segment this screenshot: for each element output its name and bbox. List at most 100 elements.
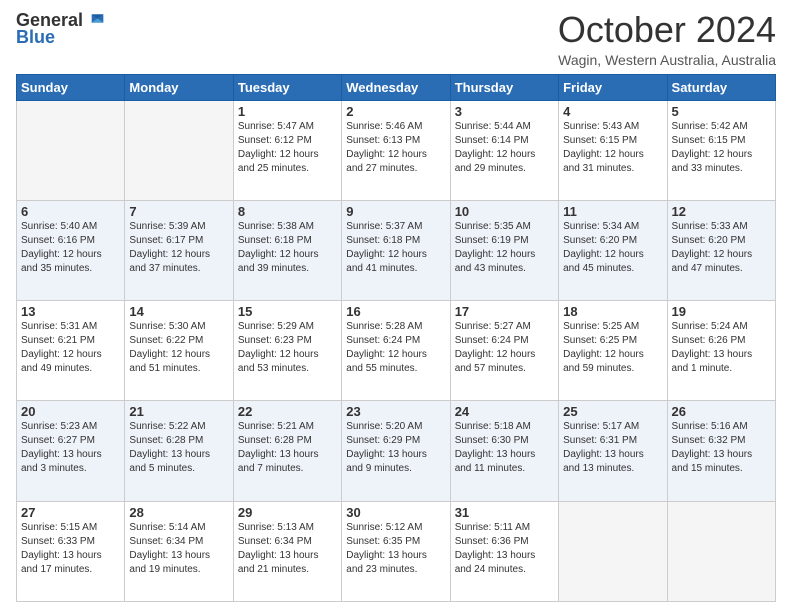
col-wednesday: Wednesday xyxy=(342,74,450,100)
day-number: 15 xyxy=(238,304,337,319)
table-row: 29Sunrise: 5:13 AMSunset: 6:34 PMDayligh… xyxy=(233,501,341,601)
month-title: October 2024 xyxy=(558,10,776,50)
calendar-week-row: 6Sunrise: 5:40 AMSunset: 6:16 PMDaylight… xyxy=(17,200,776,300)
table-row: 15Sunrise: 5:29 AMSunset: 6:23 PMDayligh… xyxy=(233,301,341,401)
day-number: 14 xyxy=(129,304,228,319)
cell-info: Sunrise: 5:12 AMSunset: 6:35 PMDaylight:… xyxy=(346,521,445,577)
table-row: 28Sunrise: 5:14 AMSunset: 6:34 PMDayligh… xyxy=(125,501,233,601)
cell-info: Sunrise: 5:44 AMSunset: 6:14 PMDaylight:… xyxy=(455,120,554,176)
calendar-week-row: 27Sunrise: 5:15 AMSunset: 6:33 PMDayligh… xyxy=(17,501,776,601)
table-row: 3Sunrise: 5:44 AMSunset: 6:14 PMDaylight… xyxy=(450,100,558,200)
day-number: 5 xyxy=(672,104,771,119)
table-row: 27Sunrise: 5:15 AMSunset: 6:33 PMDayligh… xyxy=(17,501,125,601)
cell-info: Sunrise: 5:15 AMSunset: 6:33 PMDaylight:… xyxy=(21,521,120,577)
day-number: 31 xyxy=(455,505,554,520)
table-row: 17Sunrise: 5:27 AMSunset: 6:24 PMDayligh… xyxy=(450,301,558,401)
day-number: 2 xyxy=(346,104,445,119)
col-monday: Monday xyxy=(125,74,233,100)
day-number: 27 xyxy=(21,505,120,520)
table-row: 16Sunrise: 5:28 AMSunset: 6:24 PMDayligh… xyxy=(342,301,450,401)
table-row xyxy=(17,100,125,200)
day-number: 25 xyxy=(563,404,662,419)
cell-info: Sunrise: 5:25 AMSunset: 6:25 PMDaylight:… xyxy=(563,320,662,376)
table-row: 6Sunrise: 5:40 AMSunset: 6:16 PMDaylight… xyxy=(17,200,125,300)
cell-info: Sunrise: 5:22 AMSunset: 6:28 PMDaylight:… xyxy=(129,420,228,476)
calendar-week-row: 1Sunrise: 5:47 AMSunset: 6:12 PMDaylight… xyxy=(17,100,776,200)
day-number: 7 xyxy=(129,204,228,219)
day-number: 23 xyxy=(346,404,445,419)
calendar-week-row: 20Sunrise: 5:23 AMSunset: 6:27 PMDayligh… xyxy=(17,401,776,501)
table-row: 5Sunrise: 5:42 AMSunset: 6:15 PMDaylight… xyxy=(667,100,775,200)
table-row: 12Sunrise: 5:33 AMSunset: 6:20 PMDayligh… xyxy=(667,200,775,300)
day-number: 4 xyxy=(563,104,662,119)
cell-info: Sunrise: 5:39 AMSunset: 6:17 PMDaylight:… xyxy=(129,220,228,276)
col-saturday: Saturday xyxy=(667,74,775,100)
cell-info: Sunrise: 5:29 AMSunset: 6:23 PMDaylight:… xyxy=(238,320,337,376)
day-number: 16 xyxy=(346,304,445,319)
table-row: 23Sunrise: 5:20 AMSunset: 6:29 PMDayligh… xyxy=(342,401,450,501)
table-row: 13Sunrise: 5:31 AMSunset: 6:21 PMDayligh… xyxy=(17,301,125,401)
table-row: 20Sunrise: 5:23 AMSunset: 6:27 PMDayligh… xyxy=(17,401,125,501)
calendar-header-row: Sunday Monday Tuesday Wednesday Thursday… xyxy=(17,74,776,100)
table-row: 26Sunrise: 5:16 AMSunset: 6:32 PMDayligh… xyxy=(667,401,775,501)
cell-info: Sunrise: 5:38 AMSunset: 6:18 PMDaylight:… xyxy=(238,220,337,276)
day-number: 22 xyxy=(238,404,337,419)
day-number: 21 xyxy=(129,404,228,419)
day-number: 6 xyxy=(21,204,120,219)
day-number: 20 xyxy=(21,404,120,419)
day-number: 18 xyxy=(563,304,662,319)
calendar-week-row: 13Sunrise: 5:31 AMSunset: 6:21 PMDayligh… xyxy=(17,301,776,401)
cell-info: Sunrise: 5:40 AMSunset: 6:16 PMDaylight:… xyxy=(21,220,120,276)
table-row xyxy=(125,100,233,200)
day-number: 8 xyxy=(238,204,337,219)
cell-info: Sunrise: 5:11 AMSunset: 6:36 PMDaylight:… xyxy=(455,521,554,577)
cell-info: Sunrise: 5:43 AMSunset: 6:15 PMDaylight:… xyxy=(563,120,662,176)
day-number: 12 xyxy=(672,204,771,219)
cell-info: Sunrise: 5:35 AMSunset: 6:19 PMDaylight:… xyxy=(455,220,554,276)
cell-info: Sunrise: 5:46 AMSunset: 6:13 PMDaylight:… xyxy=(346,120,445,176)
day-number: 24 xyxy=(455,404,554,419)
col-tuesday: Tuesday xyxy=(233,74,341,100)
cell-info: Sunrise: 5:14 AMSunset: 6:34 PMDaylight:… xyxy=(129,521,228,577)
page: General Blue October 2024 Wagin, Western… xyxy=(0,0,792,612)
table-row: 7Sunrise: 5:39 AMSunset: 6:17 PMDaylight… xyxy=(125,200,233,300)
day-number: 29 xyxy=(238,505,337,520)
table-row: 10Sunrise: 5:35 AMSunset: 6:19 PMDayligh… xyxy=(450,200,558,300)
table-row: 25Sunrise: 5:17 AMSunset: 6:31 PMDayligh… xyxy=(559,401,667,501)
cell-info: Sunrise: 5:24 AMSunset: 6:26 PMDaylight:… xyxy=(672,320,771,376)
table-row: 8Sunrise: 5:38 AMSunset: 6:18 PMDaylight… xyxy=(233,200,341,300)
table-row: 22Sunrise: 5:21 AMSunset: 6:28 PMDayligh… xyxy=(233,401,341,501)
cell-info: Sunrise: 5:27 AMSunset: 6:24 PMDaylight:… xyxy=(455,320,554,376)
cell-info: Sunrise: 5:17 AMSunset: 6:31 PMDaylight:… xyxy=(563,420,662,476)
cell-info: Sunrise: 5:30 AMSunset: 6:22 PMDaylight:… xyxy=(129,320,228,376)
table-row: 18Sunrise: 5:25 AMSunset: 6:25 PMDayligh… xyxy=(559,301,667,401)
header: General Blue October 2024 Wagin, Western… xyxy=(16,10,776,68)
table-row: 31Sunrise: 5:11 AMSunset: 6:36 PMDayligh… xyxy=(450,501,558,601)
logo-icon xyxy=(85,11,105,31)
day-number: 13 xyxy=(21,304,120,319)
table-row: 2Sunrise: 5:46 AMSunset: 6:13 PMDaylight… xyxy=(342,100,450,200)
cell-info: Sunrise: 5:31 AMSunset: 6:21 PMDaylight:… xyxy=(21,320,120,376)
day-number: 9 xyxy=(346,204,445,219)
day-number: 19 xyxy=(672,304,771,319)
cell-info: Sunrise: 5:16 AMSunset: 6:32 PMDaylight:… xyxy=(672,420,771,476)
col-thursday: Thursday xyxy=(450,74,558,100)
table-row xyxy=(667,501,775,601)
cell-info: Sunrise: 5:18 AMSunset: 6:30 PMDaylight:… xyxy=(455,420,554,476)
table-row: 24Sunrise: 5:18 AMSunset: 6:30 PMDayligh… xyxy=(450,401,558,501)
cell-info: Sunrise: 5:37 AMSunset: 6:18 PMDaylight:… xyxy=(346,220,445,276)
day-number: 11 xyxy=(563,204,662,219)
day-number: 10 xyxy=(455,204,554,219)
cell-info: Sunrise: 5:23 AMSunset: 6:27 PMDaylight:… xyxy=(21,420,120,476)
col-friday: Friday xyxy=(559,74,667,100)
day-number: 17 xyxy=(455,304,554,319)
table-row: 21Sunrise: 5:22 AMSunset: 6:28 PMDayligh… xyxy=(125,401,233,501)
cell-info: Sunrise: 5:13 AMSunset: 6:34 PMDaylight:… xyxy=(238,521,337,577)
col-sunday: Sunday xyxy=(17,74,125,100)
day-number: 28 xyxy=(129,505,228,520)
day-number: 1 xyxy=(238,104,337,119)
day-number: 3 xyxy=(455,104,554,119)
title-block: October 2024 Wagin, Western Australia, A… xyxy=(558,10,776,68)
table-row: 11Sunrise: 5:34 AMSunset: 6:20 PMDayligh… xyxy=(559,200,667,300)
cell-info: Sunrise: 5:33 AMSunset: 6:20 PMDaylight:… xyxy=(672,220,771,276)
